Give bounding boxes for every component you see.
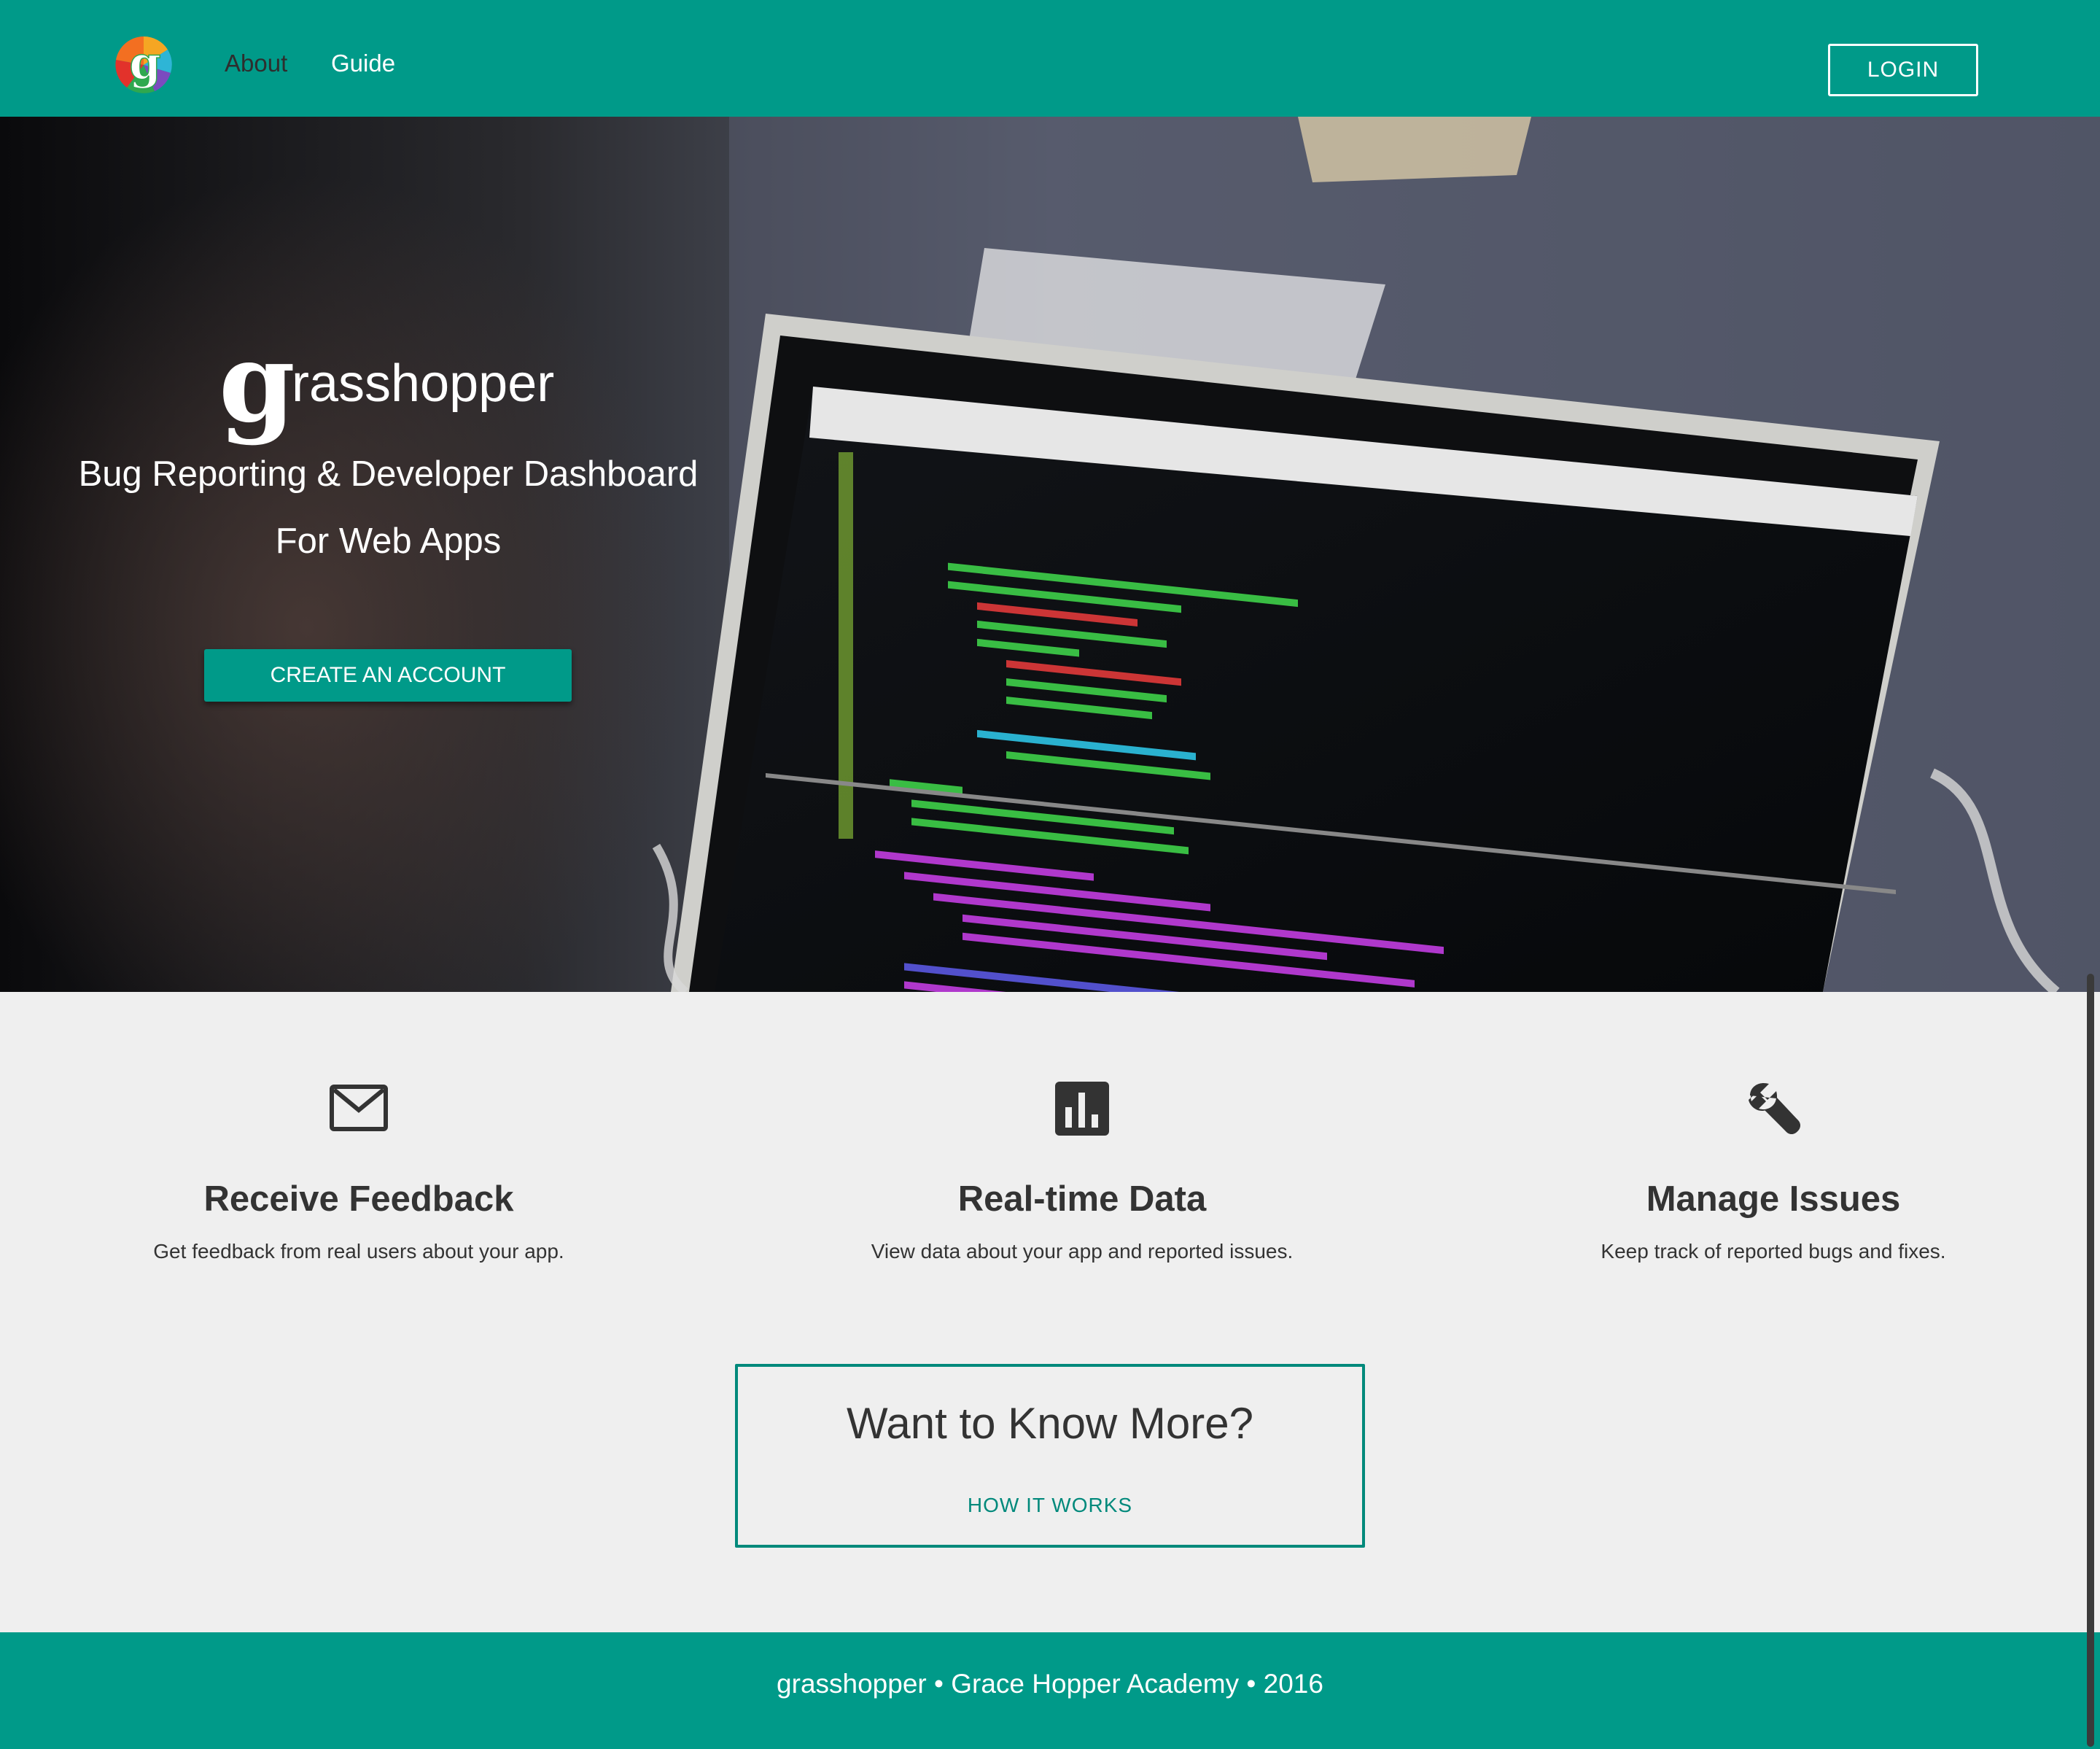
feature-title: Real-time Data — [957, 1179, 1207, 1219]
know-more-title: Want to Know More? — [846, 1399, 1254, 1448]
footer-text: grasshopper • Grace Hopper Academy • 201… — [777, 1669, 1323, 1699]
feature-description: View data about your app and reported is… — [871, 1240, 1294, 1263]
hero-brand: g rasshopper — [219, 328, 583, 438]
wrench-icon — [1749, 1082, 1800, 1134]
hero-tagline-line1: Bug Reporting & Developer Dashboard — [78, 454, 699, 494]
feature-title: Manage Issues — [1646, 1179, 1901, 1219]
feature-description: Get feedback from real users about your … — [153, 1240, 564, 1263]
grasshopper-logo-icon[interactable]: g — [114, 35, 174, 95]
create-account-button[interactable]: CREATE AN ACCOUNT — [204, 649, 572, 702]
bar-chart-icon — [1055, 1082, 1109, 1136]
mail-icon — [330, 1085, 388, 1131]
hero-brand-initial: g — [219, 319, 295, 447]
hero-section: g rasshopper Bug Reporting & Developer D… — [0, 117, 2100, 992]
hero-tagline-line2: For Web Apps — [275, 521, 502, 561]
page-scrollbar[interactable] — [2087, 974, 2094, 1747]
footer: grasshopper • Grace Hopper Academy • 201… — [0, 1632, 2100, 1749]
how-it-works-link[interactable]: HOW IT WORKS — [738, 1495, 1362, 1516]
svg-text:g: g — [129, 36, 160, 90]
know-more-box: Want to Know More? HOW IT WORKS — [735, 1364, 1365, 1548]
hero-brand-name: rasshopper — [292, 354, 555, 413]
nav-link-guide[interactable]: Guide — [331, 51, 395, 75]
feature-title: Receive Feedback — [203, 1179, 514, 1219]
feature-description: Keep track of reported bugs and fixes. — [1601, 1240, 1946, 1263]
login-button[interactable]: LOGIN — [1828, 44, 1978, 96]
nav-link-about[interactable]: About — [225, 51, 287, 75]
navbar: g About Guide LOGIN — [0, 0, 2100, 117]
